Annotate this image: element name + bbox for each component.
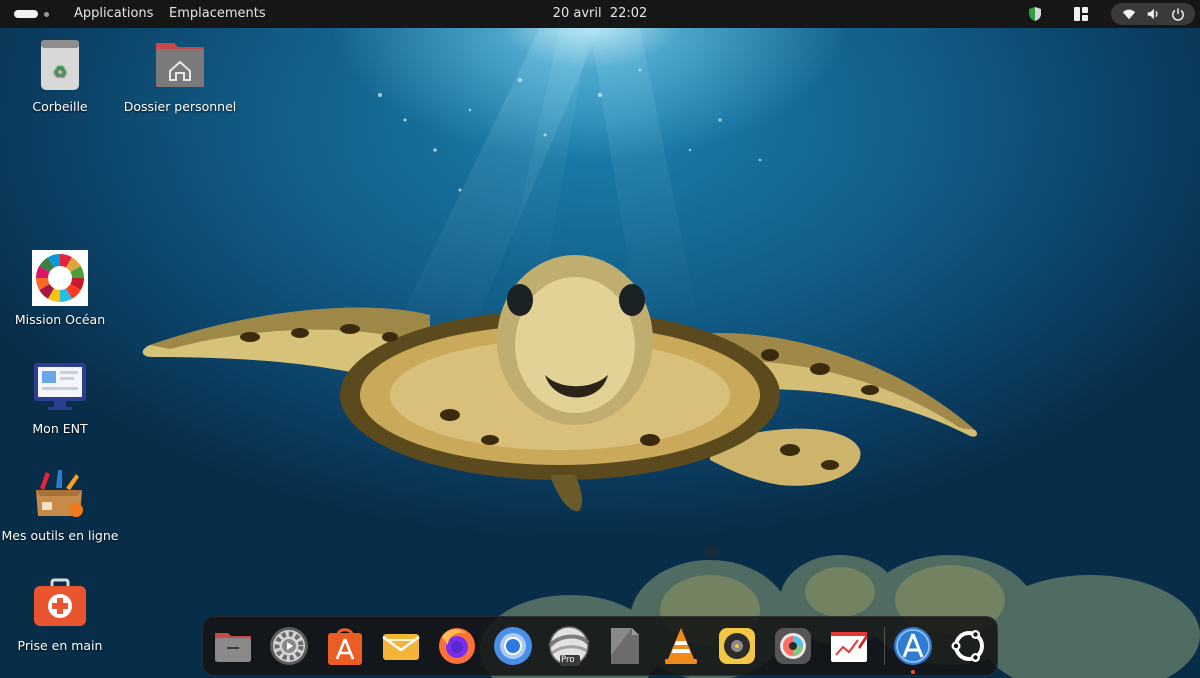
workspace-active-indicator bbox=[14, 10, 38, 18]
dock-app-settings[interactable] bbox=[268, 625, 310, 667]
clock-date: 20 avril bbox=[552, 6, 602, 21]
speaker-icon bbox=[719, 628, 755, 664]
top-panel: Applications Emplacements 20 avril 22:02 bbox=[0, 0, 1200, 28]
camera-icon bbox=[775, 628, 811, 664]
files-icon bbox=[215, 633, 251, 662]
dock-app-mail[interactable] bbox=[380, 625, 422, 667]
dock: Pro bbox=[202, 616, 998, 676]
desktop-icon-label: Prise en main bbox=[17, 638, 103, 653]
running-indicator bbox=[911, 670, 915, 674]
layout-icon[interactable] bbox=[1073, 6, 1089, 22]
desktop-icon-mission-ocean[interactable]: Mission Océan bbox=[0, 250, 120, 327]
dock-app-google-earth-pro[interactable]: Pro bbox=[548, 625, 590, 667]
desktop-icon-label: Corbeille bbox=[32, 99, 88, 114]
whiteboard-icon bbox=[831, 632, 868, 662]
vlc-icon bbox=[665, 628, 697, 664]
mission-ocean-icon bbox=[32, 250, 88, 306]
desktop-icon-online-tools[interactable]: Mes outils en ligne bbox=[0, 466, 120, 543]
workspace-inactive-indicator bbox=[44, 12, 49, 17]
power-icon bbox=[1172, 8, 1184, 21]
volume-icon bbox=[1147, 8, 1158, 20]
libreoffice-icon bbox=[611, 628, 639, 664]
dock-app-files[interactable] bbox=[212, 625, 254, 667]
dock-app-photo-editor[interactable] bbox=[772, 625, 814, 667]
mail-icon bbox=[382, 634, 420, 660]
desktop-icon-ent[interactable]: Mon ENT bbox=[0, 359, 120, 436]
dock-app-firefox[interactable] bbox=[436, 625, 478, 667]
desktop-icon-home[interactable]: Dossier personnel bbox=[120, 37, 240, 114]
app-center-icon bbox=[328, 628, 362, 665]
dock-app-rhythmbox[interactable] bbox=[716, 625, 758, 667]
sea-turtle-wallpaper bbox=[142, 255, 978, 512]
first-aid-kit-icon bbox=[32, 576, 88, 632]
dock-app-app-center[interactable] bbox=[324, 625, 366, 667]
ent-icon bbox=[32, 359, 88, 415]
ubuntu-apps-icon bbox=[951, 630, 984, 662]
tools-box-icon bbox=[32, 466, 88, 522]
trash-icon: ♻ bbox=[32, 37, 88, 93]
desktop-screen: Applications Emplacements 20 avril 22:02 bbox=[0, 0, 1200, 678]
clock-time: 22:02 bbox=[609, 6, 648, 21]
svg-text:♻: ♻ bbox=[53, 62, 67, 81]
shield-icon[interactable] bbox=[1027, 6, 1043, 22]
dock-app-whiteboard[interactable] bbox=[828, 625, 870, 667]
home-folder-icon bbox=[152, 37, 208, 93]
applications-menu[interactable]: Applications bbox=[74, 6, 153, 21]
clock-button[interactable]: 20 avril 22:02 bbox=[553, 6, 648, 21]
firefox-icon bbox=[439, 628, 475, 664]
chromium-icon bbox=[494, 627, 532, 665]
desktop-icon-label: Dossier personnel bbox=[123, 99, 237, 114]
dock-app-chromium[interactable] bbox=[492, 625, 534, 667]
dock-separator bbox=[884, 627, 885, 665]
updater-icon bbox=[894, 627, 932, 665]
dock-app-show-applications[interactable] bbox=[948, 625, 990, 667]
earth-pro-badge: Pro bbox=[561, 655, 575, 665]
activities-button[interactable] bbox=[14, 9, 52, 19]
dock-app-libreoffice[interactable] bbox=[604, 625, 646, 667]
settings-icon bbox=[270, 627, 308, 665]
desktop-icon-label: Mission Océan bbox=[14, 312, 106, 327]
desktop-icon-getting-started[interactable]: Prise en main bbox=[0, 576, 120, 653]
desktop-icon-label: Mon ENT bbox=[32, 421, 88, 436]
dock-app-software-updater[interactable] bbox=[892, 625, 934, 674]
dock-app-vlc[interactable] bbox=[660, 625, 702, 667]
system-status-menu[interactable] bbox=[1111, 3, 1195, 25]
wifi-icon bbox=[1122, 9, 1136, 20]
desktop-icon-label: Mes outils en ligne bbox=[1, 528, 119, 543]
places-menu[interactable]: Emplacements bbox=[169, 6, 266, 21]
desktop-icon-trash[interactable]: ♻ Corbeille bbox=[0, 37, 120, 114]
